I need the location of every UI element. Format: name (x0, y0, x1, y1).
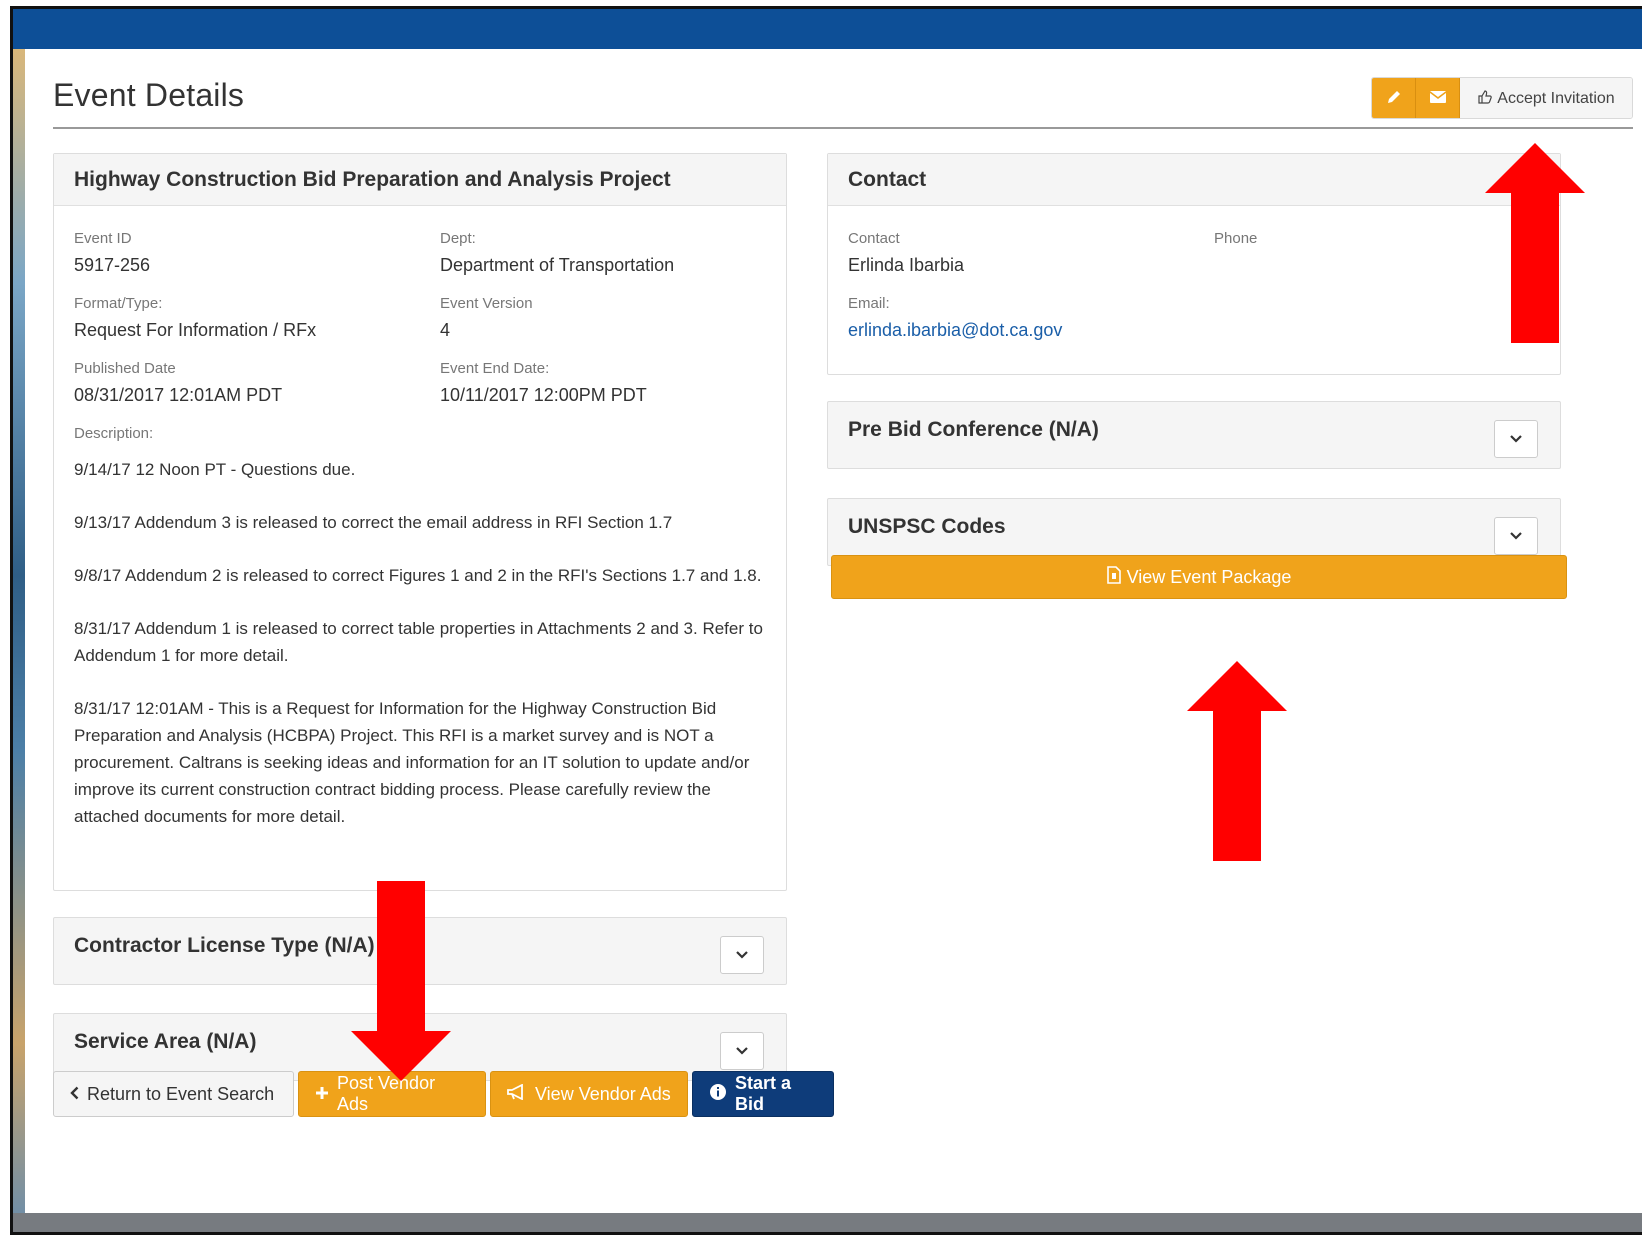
chevron-down-icon (736, 946, 748, 964)
view-event-package-label: View Event Package (1126, 566, 1292, 587)
contact-name: Erlinda Ibarbia (848, 255, 965, 275)
view-event-package-button[interactable]: View Event Package (831, 555, 1567, 599)
envelope-icon (1429, 90, 1447, 109)
plus-icon (315, 1084, 329, 1105)
contact-heading: Contact (828, 154, 1560, 206)
annotation-arrow-down-icon (351, 881, 451, 1081)
start-a-bid-label: Start a Bid (735, 1073, 792, 1114)
info-circle-icon (709, 1083, 727, 1106)
unspsc-codes-toggle[interactable] (1494, 517, 1538, 555)
contact-panel: Contact Contact Erlinda Ibarbia Phone Em… (827, 153, 1561, 375)
chevron-left-icon (70, 1084, 79, 1105)
description-paragraph: 9/8/17 Addendum 2 is released to correct… (74, 566, 762, 585)
description-label: Description: (74, 425, 154, 442)
email-label: Email: (848, 295, 890, 312)
event-id-value: 5917-256 (74, 255, 151, 275)
contact-email-link[interactable]: erlinda.ibarbia@dot.ca.gov (848, 320, 1062, 340)
top-nav-bar (13, 9, 1642, 49)
annotation-arrow-up-icon (1485, 143, 1585, 343)
format-label: Format/Type: (74, 295, 163, 312)
email-button[interactable] (1416, 78, 1460, 118)
file-icon (1106, 565, 1121, 589)
screenshot-frame: Event Details Accept Invitation Highway … (10, 6, 1642, 1235)
contractor-license-title: Contractor License Type (N/A) (74, 934, 375, 957)
event-actions-group: Accept Invitation (1371, 77, 1633, 119)
phone-label: Phone (1214, 230, 1258, 247)
format-value: Request For Information / RFx (74, 320, 317, 340)
description-paragraph: 8/31/17 12:01AM - This is a Request for … (74, 699, 750, 826)
phone-field: Phone (1214, 230, 1257, 247)
service-area-title: Service Area (N/A) (74, 1030, 257, 1053)
footer-bar (13, 1213, 1642, 1232)
published-label: Published Date (74, 360, 176, 377)
dept-value: Department of Transportation (440, 255, 675, 275)
dept-label: Dept: (440, 230, 476, 247)
contractor-license-toggle[interactable] (720, 936, 764, 974)
event-title: Highway Construction Bid Preparation and… (54, 154, 786, 206)
background-image-strip (13, 49, 25, 1219)
bullhorn-icon (507, 1083, 527, 1105)
annotation-arrow-up-icon (1187, 661, 1287, 861)
service-area-toggle[interactable] (720, 1032, 764, 1070)
description-paragraph: 9/14/17 12 Noon PT - Questions due. (74, 460, 356, 479)
description-paragraph: 9/13/17 Addendum 3 is released to correc… (74, 513, 673, 532)
version-value: 4 (440, 320, 451, 340)
format-field: Format/Type: Request For Information / R… (74, 295, 316, 341)
accept-invitation-label: Accept Invitation (1497, 90, 1615, 107)
chevron-down-icon (1510, 430, 1522, 448)
contact-name-field: Contact Erlinda Ibarbia (848, 230, 964, 276)
published-value: 08/31/2017 12:01AM PDT (74, 385, 283, 405)
edit-button[interactable] (1372, 78, 1416, 118)
end-date-value: 10/11/2017 12:00PM PDT (440, 385, 647, 405)
title-divider (53, 127, 1633, 129)
version-field: Event Version 4 (440, 295, 533, 341)
unspsc-codes-title: UNSPSC Codes (848, 515, 1006, 538)
published-field: Published Date 08/31/2017 12:01AM PDT (74, 360, 282, 406)
chevron-down-icon (736, 1042, 748, 1060)
event-info-panel: Highway Construction Bid Preparation and… (53, 153, 787, 891)
thumbs-up-icon (1477, 89, 1493, 110)
email-field: Email: erlinda.ibarbia@dot.ca.gov (848, 295, 1062, 341)
pre-bid-conference-title: Pre Bid Conference (N/A) (848, 418, 1099, 441)
description-field: Description: 9/14/17 12 Noon PT - Questi… (74, 425, 764, 856)
end-date-field: Event End Date: 10/11/2017 12:00PM PDT (440, 360, 647, 406)
event-id-label: Event ID (74, 230, 132, 247)
description-body: 9/14/17 12 Noon PT - Questions due. 9/13… (74, 456, 764, 830)
view-vendor-ads-button[interactable]: View Vendor Ads (490, 1071, 688, 1117)
chevron-down-icon (1510, 527, 1522, 545)
event-id-field: Event ID 5917-256 (74, 230, 150, 276)
pre-bid-conference-toggle[interactable] (1494, 420, 1538, 458)
contact-label: Contact (848, 230, 900, 247)
return-to-event-search-label: Return to Event Search (87, 1083, 275, 1104)
page-title: Event Details (53, 77, 245, 113)
description-paragraph: 8/31/17 Addendum 1 is released to correc… (74, 619, 763, 665)
end-date-label: Event End Date: (440, 360, 550, 377)
view-vendor-ads-label: View Vendor Ads (535, 1083, 671, 1104)
return-to-event-search-button[interactable]: Return to Event Search (53, 1071, 294, 1117)
dept-field: Dept: Department of Transportation (440, 230, 674, 276)
version-label: Event Version (440, 295, 533, 312)
accept-invitation-button[interactable]: Accept Invitation (1460, 78, 1632, 118)
pencil-icon (1386, 89, 1402, 110)
start-a-bid-button[interactable]: Start a Bid (692, 1071, 834, 1117)
pre-bid-conference-section[interactable]: Pre Bid Conference (N/A) (827, 401, 1561, 469)
